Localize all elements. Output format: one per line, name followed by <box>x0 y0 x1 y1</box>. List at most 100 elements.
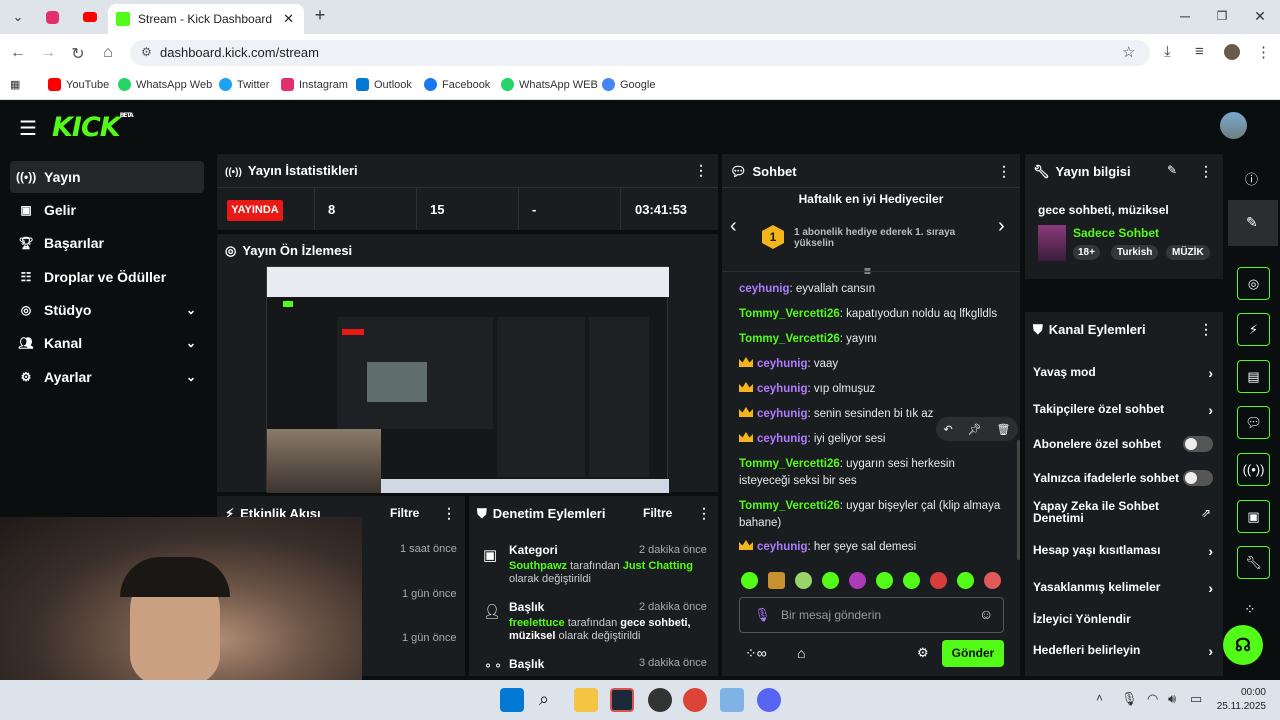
emote-icon[interactable] <box>903 572 920 589</box>
microphone-tray-icon[interactable]: 🎙︎ <box>1121 691 1138 707</box>
bookmark-whatsapp-web-2[interactable]: WhatsApp WEB <box>501 78 598 91</box>
chat-message[interactable]: ceyhunig: iyi geliyor sesi <box>739 431 1009 448</box>
gifters-prev-icon[interactable]: ‹ <box>730 215 737 238</box>
bookmark-twitter[interactable]: Twitter <box>219 78 269 91</box>
bookmark-whatsapp-web[interactable]: WhatsApp Web <box>118 78 212 91</box>
close-tab-icon[interactable]: ✕ <box>283 11 294 27</box>
ai-moderation-row[interactable]: Yapay Zeka ile Sohbet Denetimi <box>1033 500 1173 524</box>
info-icon[interactable]: ⓘ <box>1245 169 1258 188</box>
stats-more-icon[interactable]: ⋮ <box>694 162 708 179</box>
bookmark-facebook[interactable]: Facebook <box>424 78 490 91</box>
emote-icon[interactable] <box>849 572 866 589</box>
emote-icon[interactable] <box>822 572 839 589</box>
forward-icon[interactable]: → <box>38 44 58 62</box>
sidebar-item-studyo[interactable]: ◎ Stüdyo ⌄ <box>10 294 204 326</box>
chat-more-icon[interactable]: ⋮ <box>997 163 1011 180</box>
emote-icon[interactable] <box>795 572 812 589</box>
emoji-icon[interactable]: ☺ <box>979 606 993 622</box>
external-link-icon[interactable]: ⇗ <box>1201 506 1211 520</box>
media-control-icon[interactable]: ≡ <box>1195 43 1204 60</box>
emote-icon[interactable] <box>984 572 1001 589</box>
close-window-icon[interactable]: ✕ <box>1250 8 1270 25</box>
clock[interactable]: 00:00 25.11.2025 <box>1212 686 1266 714</box>
chat-message[interactable]: ceyhunig: vaay <box>739 356 1009 373</box>
instagram-tab-icon[interactable] <box>38 6 66 28</box>
emote-icon[interactable] <box>957 572 974 589</box>
broadcast-toggle-button[interactable]: ((•)) <box>1237 453 1270 486</box>
app-icon[interactable] <box>648 688 672 712</box>
hamburger-menu-icon[interactable]: ☰ <box>19 116 37 141</box>
bookmark-instagram[interactable]: Instagram <box>281 78 348 91</box>
sidebar-item-gelir[interactable]: ▣ Gelir <box>10 194 204 226</box>
chat-scrollbar[interactable] <box>1017 440 1020 560</box>
rewards-icon[interactable]: ⁘ <box>1244 601 1256 618</box>
chat-input[interactable]: 🎙︎ Bir mesaj gönderin ☺ <box>739 597 1004 633</box>
sidebar-item-droplar[interactable]: ☷ Droplar ve Ödüller <box>10 261 204 293</box>
chat-message[interactable]: Tommy_Vercetti26: uygar bişeyler çal (kl… <box>739 498 1009 532</box>
emote-icon[interactable] <box>930 572 947 589</box>
tray-chevron-icon[interactable]: ˄ <box>1096 691 1103 705</box>
emote-icon[interactable] <box>741 572 758 589</box>
support-headset-button[interactable]: ☊ <box>1223 625 1263 665</box>
chat-toggle-button[interactable]: 💬︎ <box>1237 406 1270 439</box>
tab-list-icon[interactable]: ⌄ <box>4 6 32 28</box>
chat-message[interactable]: ceyhunig: her şeye sal demesi <box>739 539 1009 556</box>
chat-message[interactable]: Tommy_Vercetti26: uygarın sesi herkesin … <box>739 456 1009 490</box>
bookmark-outlook[interactable]: Outlook <box>356 78 412 91</box>
chat-message[interactable]: ceyhunig: eyvallah cansın <box>739 281 1009 298</box>
category-link[interactable]: Sadece Sohbet <box>1073 226 1159 240</box>
restore-icon[interactable]: ❐ <box>1212 9 1232 23</box>
browser-menu-icon[interactable]: ⋮ <box>1256 43 1271 61</box>
activity-toggle-button[interactable]: ⚡︎ <box>1237 313 1270 346</box>
chat-message[interactable]: Tommy_Vercetti26: yayını <box>739 331 1009 348</box>
youtube-tab-icon[interactable] <box>76 6 104 28</box>
profile-avatar[interactable] <box>1224 44 1240 60</box>
account-age-row[interactable]: Hesap yaşı kısıtlaması › <box>1033 543 1213 559</box>
download-icon[interactable]: ⤓ <box>1164 43 1171 60</box>
moderation-toggle-button[interactable]: ▣ <box>1237 500 1270 533</box>
activity-filter-button[interactable]: Filtre <box>390 506 419 520</box>
windows-start-icon[interactable] <box>500 688 524 712</box>
url-input[interactable]: dashboard.kick.com/stream <box>130 40 1150 66</box>
moderation-more-icon[interactable]: ⋮ <box>697 505 711 522</box>
app-icon[interactable] <box>720 688 744 712</box>
kick-logo[interactable]: KICKBETA <box>52 112 134 143</box>
emote-icon[interactable] <box>876 572 893 589</box>
minimize-icon[interactable]: ─ <box>1175 8 1195 24</box>
moderation-filter-button[interactable]: Filtre <box>643 506 672 520</box>
activity-more-icon[interactable]: ⋮ <box>442 505 456 522</box>
store-icon[interactable]: ⌂ <box>797 645 805 661</box>
new-tab-button[interactable]: + <box>310 5 330 26</box>
send-button[interactable]: Gönder <box>942 640 1004 667</box>
user-avatar[interactable] <box>1220 112 1247 139</box>
home-icon[interactable]: ⌂ <box>98 44 118 62</box>
host-channel-row[interactable]: İzleyici Yönlendir <box>1033 612 1213 626</box>
apps-grid-icon[interactable]: ▦ <box>10 78 20 91</box>
gifters-next-icon[interactable]: › <box>998 215 1005 238</box>
stream-info-toggle-button[interactable]: 🔧︎ <box>1237 546 1270 579</box>
preview-toggle-button[interactable]: ◎ <box>1237 267 1270 300</box>
steam-icon[interactable] <box>610 688 634 712</box>
stream-info-more-icon[interactable]: ⋮ <box>1199 163 1213 180</box>
notes-toggle-button[interactable]: ▤ <box>1237 360 1270 393</box>
preview-video[interactable] <box>266 266 669 493</box>
chat-settings-icon[interactable]: ⚙ <box>917 645 929 661</box>
slow-mode-row[interactable]: Yavaş mod › <box>1033 365 1213 381</box>
points-icon[interactable]: ⁘∞ <box>745 645 767 662</box>
wifi-icon[interactable]: ◠ <box>1147 691 1158 707</box>
chat-message[interactable]: ceyhunig: vıp olmuşuz <box>739 381 1009 398</box>
emote-icon[interactable] <box>768 572 785 589</box>
volume-icon[interactable]: 🔊︎ <box>1168 691 1176 707</box>
file-explorer-icon[interactable] <box>574 688 598 712</box>
followers-only-row[interactable]: Takipçilere özel sohbet › <box>1033 402 1213 418</box>
subscribers-only-toggle[interactable] <box>1183 436 1213 452</box>
sidebar-item-kanal[interactable]: 👥︎ Kanal ⌄ <box>10 327 204 359</box>
bookmark-google[interactable]: Google <box>602 78 655 91</box>
chat-message[interactable]: Tommy_Vercetti26: kapatıyodun noldu aq l… <box>739 306 1009 323</box>
sidebar-item-basarilar[interactable]: 🏆︎ Başarılar <box>10 227 204 259</box>
sidebar-item-yayin[interactable]: ((•)) Yayın <box>10 161 204 193</box>
channel-actions-more-icon[interactable]: ⋮ <box>1199 321 1213 338</box>
edit-pencil-icon[interactable]: ✎ <box>1167 163 1177 177</box>
discord-icon[interactable] <box>757 688 781 712</box>
edit-mode-button[interactable]: ✎ <box>1228 200 1278 246</box>
